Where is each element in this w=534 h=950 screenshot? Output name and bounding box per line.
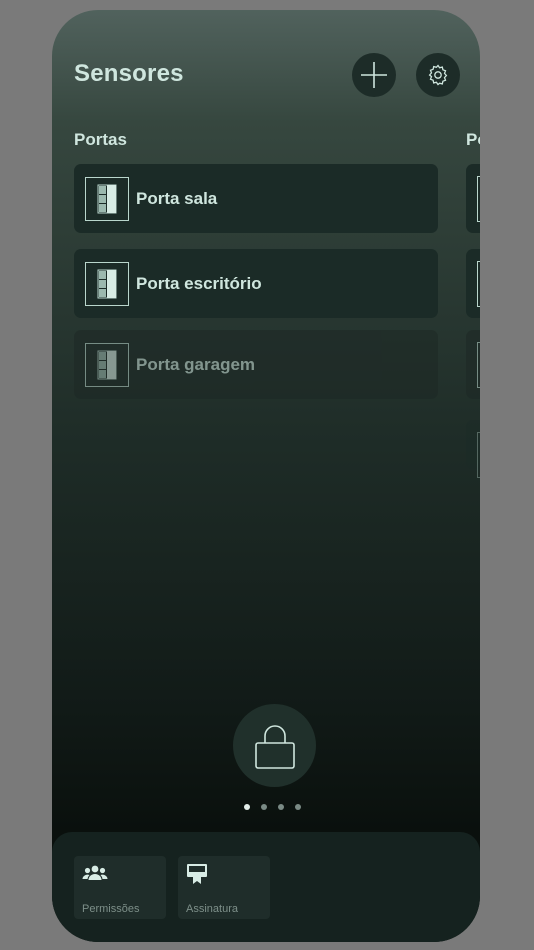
- door-icon: [85, 176, 129, 221]
- door-icon: [85, 261, 129, 306]
- settings-button[interactable]: [416, 53, 460, 97]
- billboard-icon: [187, 864, 207, 884]
- tab-subscription[interactable]: Assinatura: [178, 856, 270, 919]
- add-sensor-button[interactable]: [352, 53, 396, 97]
- bottom-bar: Permissões Assinatura: [52, 832, 480, 942]
- page-indicator: [244, 804, 301, 810]
- sensor-label: Porta garagem: [136, 354, 256, 374]
- section-title-doors: Portas: [74, 130, 127, 149]
- page-title: Sensores: [74, 60, 184, 87]
- sensor-label: Porta sala: [136, 188, 218, 208]
- plus-icon: [361, 62, 387, 88]
- lock-button[interactable]: [233, 704, 316, 787]
- gear-icon: [428, 64, 448, 86]
- sensor-card-porta-garagem[interactable]: Porta garagem: [74, 330, 438, 399]
- tab-label: Assinatura: [186, 903, 238, 915]
- sensor-card-porta-escritorio[interactable]: Porta escritório: [74, 249, 438, 318]
- page-dot-1[interactable]: [244, 804, 250, 810]
- sensor-card-porta-sala[interactable]: Porta sala: [74, 164, 438, 233]
- tab-permissions[interactable]: Permissões: [74, 856, 166, 919]
- lock-icon: [254, 724, 295, 769]
- section-title-next-peek: Po: [466, 130, 480, 149]
- next-page-card-peek[interactable]: [466, 330, 480, 399]
- door-icon: [85, 342, 129, 387]
- users-icon: [82, 865, 108, 880]
- page-dot-2[interactable]: [261, 804, 267, 810]
- sensor-label: Porta escritório: [136, 273, 262, 293]
- next-page-card-peek[interactable]: [466, 249, 480, 318]
- page-dot-3[interactable]: [278, 804, 284, 810]
- next-page-card-peek[interactable]: [466, 420, 480, 478]
- phone-screen: Sensores Portas Po Porta sala: [52, 10, 480, 942]
- tab-label: Permissões: [82, 903, 140, 915]
- page-dot-4[interactable]: [295, 804, 301, 810]
- next-page-card-peek[interactable]: [466, 164, 480, 233]
